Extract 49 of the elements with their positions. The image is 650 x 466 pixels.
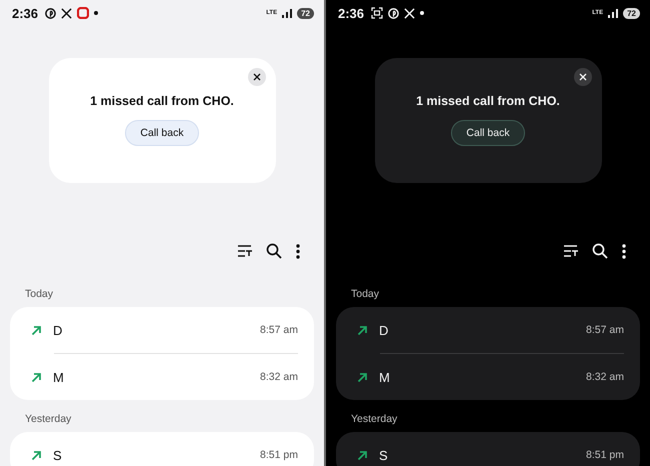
close-button[interactable] (248, 68, 266, 86)
missed-call-message: 1 missed call from CHO. (90, 94, 234, 108)
screenshot-icon (371, 7, 384, 19)
more-options-icon[interactable] (622, 244, 626, 258)
outgoing-call-icon (31, 450, 42, 460)
outgoing-call-icon (357, 450, 368, 460)
contact-name[interactable]: M (379, 370, 576, 384)
contact-name[interactable]: M (53, 370, 250, 384)
call-time: 8:51 pm (586, 449, 624, 461)
date-header: Today (351, 287, 380, 301)
app-icon (77, 7, 90, 19)
filter-icon[interactable] (238, 245, 252, 257)
call-time: 8:32 am (586, 371, 624, 383)
dot-icon (94, 11, 98, 15)
dot-icon (420, 11, 424, 15)
x-logo-icon (61, 8, 72, 18)
search-icon[interactable] (592, 243, 608, 259)
outgoing-call-icon (357, 372, 368, 382)
search-icon[interactable] (266, 243, 282, 259)
call-back-button[interactable]: Call back (125, 120, 199, 146)
call-time: 8:32 am (260, 371, 298, 383)
contact-name[interactable]: D (379, 322, 576, 338)
contact-name[interactable]: S (53, 448, 250, 462)
status-time: 2:36 (12, 6, 38, 20)
signal-icon (282, 8, 292, 18)
x-logo-icon (404, 8, 416, 18)
call-back-button[interactable]: Call back (451, 120, 525, 146)
date-header: Today (25, 287, 54, 301)
outgoing-call-icon (357, 324, 368, 336)
close-button[interactable] (574, 68, 592, 86)
call-time: 8:57 am (586, 324, 624, 336)
more-options-icon[interactable] (296, 244, 300, 258)
status-time: 2:36 (338, 6, 364, 20)
outgoing-call-icon (31, 324, 42, 336)
close-icon (252, 73, 260, 81)
pinterest-icon (45, 8, 56, 18)
date-header: Yesterday (25, 412, 72, 426)
missed-call-message: 1 missed call from CHO. (416, 94, 560, 108)
call-time: 8:57 am (260, 324, 298, 336)
call-time: 8:51 pm (260, 449, 298, 461)
battery-level: 72 (297, 8, 314, 18)
contact-name[interactable]: S (379, 448, 576, 462)
outgoing-call-icon (31, 372, 42, 382)
date-header: Yesterday (351, 412, 398, 426)
contact-name[interactable]: D (53, 322, 250, 338)
pinterest-icon (388, 8, 400, 18)
signal-icon (608, 8, 618, 18)
close-icon (578, 73, 586, 81)
battery-level: 72 (623, 8, 640, 18)
